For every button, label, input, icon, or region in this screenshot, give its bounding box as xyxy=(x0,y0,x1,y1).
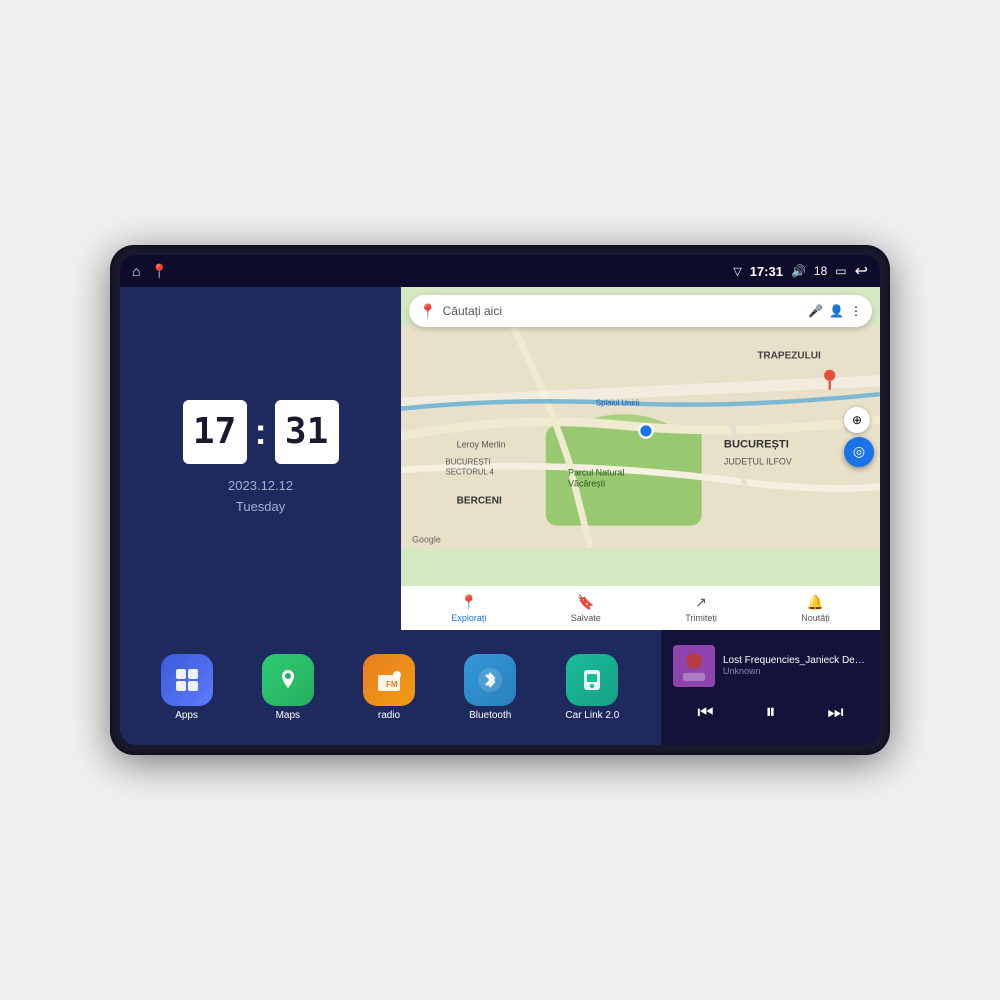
apps-label: Apps xyxy=(175,710,198,721)
svg-text:Leroy Merlin: Leroy Merlin xyxy=(457,440,506,450)
map-panel[interactable]: 📍 Căutați aici 🎤 👤 ⋮ xyxy=(401,287,880,630)
app-radio[interactable]: FM radio xyxy=(363,654,415,721)
car-display-device: ⌂ 📍 ▽ 17:31 🔊 18 ▭ ↩ 17 : xyxy=(110,245,890,755)
svg-text:BUCUREȘTI: BUCUREȘTI xyxy=(724,439,789,451)
map-search-bar[interactable]: 📍 Căutați aici 🎤 👤 ⋮ xyxy=(409,295,872,327)
svg-text:Google: Google xyxy=(412,534,441,544)
svg-text:Văcărești: Văcărești xyxy=(568,479,605,489)
svg-text:Parcul Natural: Parcul Natural xyxy=(568,467,624,477)
clock-date: 2023.12.12 Tuesday xyxy=(228,476,293,518)
apps-icon xyxy=(161,654,213,706)
play-pause-button[interactable]: ⏸ xyxy=(753,695,789,731)
maps-shortcut-icon[interactable]: 📍 xyxy=(150,263,167,280)
svg-text:BERCENI: BERCENI xyxy=(457,495,502,506)
back-icon[interactable]: ↩ xyxy=(855,261,868,281)
apps-panel: Apps Maps xyxy=(120,630,660,745)
profile-icon[interactable]: 👤 xyxy=(829,304,844,318)
news-label: Noutăți xyxy=(801,613,830,623)
maps-label: Maps xyxy=(276,710,300,721)
music-artist: Unknown xyxy=(723,666,868,676)
music-info: Lost Frequencies_Janieck Devy-... Unknow… xyxy=(673,645,868,687)
signal-icon: ▽ xyxy=(733,265,741,278)
map-body[interactable]: TRAPEZULUI BUCUREȘTI JUDEȚUL ILFOV BERCE… xyxy=(401,287,880,586)
music-panel: Lost Frequencies_Janieck Devy-... Unknow… xyxy=(660,630,880,745)
svg-text:JUDEȚUL ILFOV: JUDEȚUL ILFOV xyxy=(724,456,792,466)
map-news-btn[interactable]: 🔔 Noutăți xyxy=(801,594,830,623)
bluetooth-label: Bluetooth xyxy=(469,710,511,721)
main-content: 17 : 31 2023.12.12 Tuesday 📍 Căutați aic… xyxy=(120,287,880,745)
status-bar: ⌂ 📍 ▽ 17:31 🔊 18 ▭ ↩ xyxy=(120,255,880,287)
carlink-icon xyxy=(566,654,618,706)
prev-button[interactable]: ⏮ xyxy=(688,695,724,731)
explore-icon: 📍 xyxy=(460,594,477,611)
send-icon: ↗ xyxy=(695,594,707,611)
status-right: ▽ 17:31 🔊 18 ▭ ↩ xyxy=(733,261,868,281)
svg-text:FM: FM xyxy=(386,680,398,689)
svg-text:BUCUREȘTI: BUCUREȘTI xyxy=(446,457,491,466)
map-pin-icon: 📍 xyxy=(419,303,436,320)
top-section: 17 : 31 2023.12.12 Tuesday 📍 Căutați aic… xyxy=(120,287,880,630)
status-time: 17:31 xyxy=(750,264,783,279)
app-carlink[interactable]: Car Link 2.0 xyxy=(565,654,619,721)
volume-icon: 🔊 xyxy=(791,264,806,278)
music-controls: ⏮ ⏸ ⏭ xyxy=(673,695,868,731)
bottom-section: Apps Maps xyxy=(120,630,880,745)
music-thumbnail xyxy=(673,645,715,687)
app-apps[interactable]: Apps xyxy=(161,654,213,721)
app-bluetooth[interactable]: Bluetooth xyxy=(464,654,516,721)
status-left: ⌂ 📍 xyxy=(132,263,168,280)
clock-hours: 17 xyxy=(183,400,247,464)
map-navigate-btn[interactable]: ◎ xyxy=(844,437,874,467)
news-icon: 🔔 xyxy=(807,594,824,611)
music-text: Lost Frequencies_Janieck Devy-... Unknow… xyxy=(723,655,868,676)
device-screen: ⌂ 📍 ▽ 17:31 🔊 18 ▭ ↩ 17 : xyxy=(120,255,880,745)
radio-label: radio xyxy=(378,710,400,721)
explore-label: Explorați xyxy=(451,613,486,623)
clock-minutes: 31 xyxy=(275,400,339,464)
bluetooth-icon xyxy=(464,654,516,706)
battery-level: 18 xyxy=(814,264,827,278)
map-controls: ⊕ ◎ xyxy=(844,407,874,467)
clock-panel: 17 : 31 2023.12.12 Tuesday xyxy=(120,287,401,630)
map-search-text[interactable]: Căutați aici xyxy=(443,304,802,318)
map-explore-btn[interactable]: 📍 Explorați xyxy=(451,594,486,623)
clock-separator: : xyxy=(255,411,267,453)
map-bottom-bar: 📍 Explorați 🔖 Salvate ↗ Trimiteți 🔔 xyxy=(401,586,880,630)
mic-icon[interactable]: 🎤 xyxy=(808,304,823,318)
more-icon[interactable]: ⋮ xyxy=(850,304,862,318)
battery-icon: ▭ xyxy=(835,264,846,278)
svg-text:Splaiul Unirii: Splaiul Unirii xyxy=(596,398,640,407)
svg-text:SECTORUL 4: SECTORUL 4 xyxy=(446,467,495,476)
app-maps[interactable]: Maps xyxy=(262,654,314,721)
music-title: Lost Frequencies_Janieck Devy-... xyxy=(723,655,868,666)
carlink-label: Car Link 2.0 xyxy=(565,710,619,721)
maps-icon xyxy=(262,654,314,706)
map-send-btn[interactable]: ↗ Trimiteți xyxy=(685,594,717,623)
next-button[interactable]: ⏭ xyxy=(818,695,854,731)
clock-display: 17 : 31 xyxy=(183,400,339,464)
saved-label: Salvate xyxy=(571,613,601,623)
map-layer-btn[interactable]: ⊕ xyxy=(844,407,870,433)
saved-icon: 🔖 xyxy=(577,594,594,611)
svg-text:TRAPEZULUI: TRAPEZULUI xyxy=(758,351,822,362)
radio-icon: FM xyxy=(363,654,415,706)
map-saved-btn[interactable]: 🔖 Salvate xyxy=(571,594,601,623)
send-label: Trimiteți xyxy=(685,613,717,623)
home-icon[interactable]: ⌂ xyxy=(132,263,140,279)
